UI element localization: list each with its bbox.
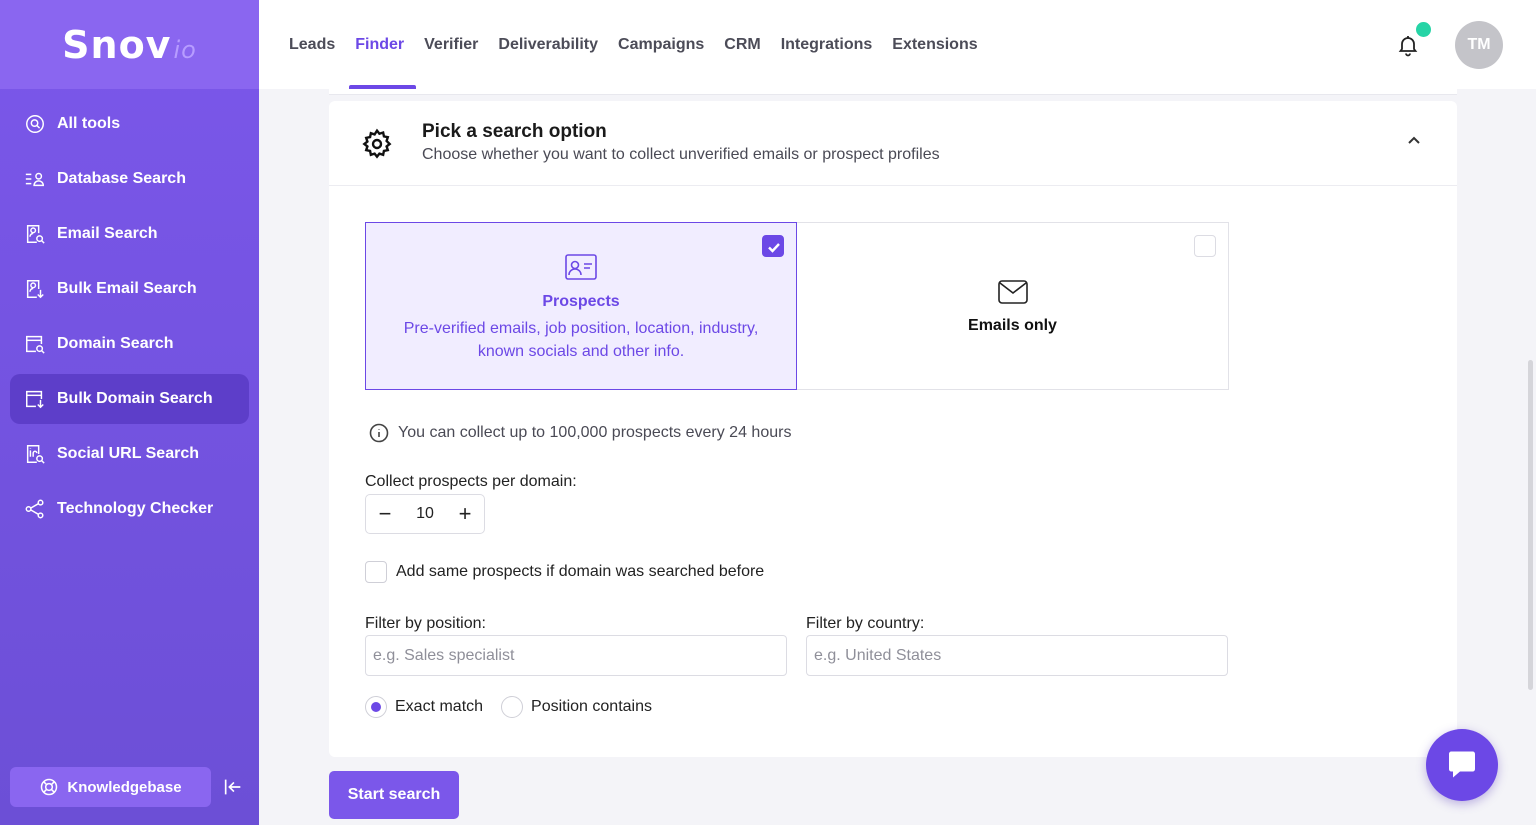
- sidebar-item-bulk-domain-search[interactable]: Bulk Domain Search: [10, 374, 249, 424]
- prospects-option[interactable]: Prospects Pre-verified emails, job posit…: [365, 222, 797, 390]
- section-title: Pick a search option: [422, 121, 607, 142]
- country-filter-label: Filter by country:: [806, 615, 925, 632]
- position-contains-radio[interactable]: [501, 696, 524, 718]
- check-icon: [768, 243, 780, 253]
- nav-integrations[interactable]: Integrations: [781, 0, 873, 89]
- bulk-email-icon: [24, 278, 46, 300]
- emails-only-checkbox[interactable]: [1194, 235, 1216, 257]
- per-domain-label: Collect prospects per domain:: [365, 473, 577, 490]
- sidebar-item-label: Domain Search: [57, 335, 174, 352]
- database-list-icon: [24, 168, 46, 190]
- info-icon: [369, 423, 389, 443]
- same-prospects-label: Add same prospects if domain was searche…: [396, 563, 765, 580]
- start-search-button[interactable]: Start search: [329, 771, 459, 819]
- radio-dot: [371, 702, 381, 712]
- knowledgebase-button[interactable]: Knowledgebase: [10, 767, 211, 807]
- position-contains-label: Position contains: [531, 698, 652, 715]
- quantity-stepper: − 10 +: [365, 494, 485, 534]
- exact-match-label: Exact match: [395, 698, 484, 715]
- bell-icon[interactable]: [1396, 33, 1420, 57]
- emails-only-title: Emails only: [968, 317, 1057, 334]
- sidebar-item-bulk-email-search[interactable]: Bulk Email Search: [10, 264, 249, 314]
- sidebar-item-label: All tools: [57, 115, 121, 132]
- sidebar-item-label: Social URL Search: [57, 445, 199, 462]
- snovio-logo[interactable]: Snovio: [62, 23, 197, 67]
- search-circle-icon: [24, 113, 46, 135]
- sidebar-item-label: Bulk Domain Search: [57, 390, 213, 407]
- envelope-icon: [997, 279, 1029, 305]
- search-option-card: Pick a search option Choose whether you …: [329, 101, 1457, 757]
- country-filter-input[interactable]: [806, 635, 1228, 676]
- sidebar-nav: All tools Database Search Email Search B…: [0, 89, 259, 534]
- gear-icon: [361, 128, 393, 160]
- notification-dot: [1416, 22, 1431, 37]
- sidebar-item-label: Database Search: [57, 170, 186, 187]
- sidebar-item-label: Technology Checker: [57, 500, 214, 517]
- section-subtitle: Choose whether you want to collect unver…: [422, 146, 940, 163]
- sidebar-item-label: Email Search: [57, 225, 158, 242]
- chevron-up-icon[interactable]: [1406, 133, 1422, 149]
- prospects-description: Pre-verified emails, job position, locat…: [403, 320, 759, 360]
- sidebar-item-social-url-search[interactable]: Social URL Search: [10, 429, 249, 479]
- collapse-sidebar-icon[interactable]: [222, 776, 244, 798]
- position-filter-label: Filter by position:: [365, 615, 486, 632]
- prospects-title: Prospects: [542, 293, 620, 310]
- sidebar-item-email-search[interactable]: Email Search: [10, 209, 249, 259]
- position-filter-input[interactable]: [365, 635, 787, 676]
- logo-area: Snovio: [0, 0, 259, 89]
- sidebar-item-database-search[interactable]: Database Search: [10, 154, 249, 204]
- profile-card-icon: [564, 253, 598, 281]
- sidebar: Snovio All tools Database Search Email S…: [0, 0, 259, 825]
- chat-widget-button[interactable]: [1426, 729, 1498, 801]
- avatar[interactable]: TM: [1455, 21, 1503, 69]
- nav-crm[interactable]: CRM: [724, 0, 760, 89]
- sidebar-item-all-tools[interactable]: All tools: [10, 99, 249, 149]
- sidebar-item-label: Bulk Email Search: [57, 280, 197, 297]
- nav-extensions[interactable]: Extensions: [892, 0, 977, 89]
- logo-suffix: io: [173, 35, 197, 64]
- prospects-checkbox[interactable]: [762, 235, 784, 257]
- same-prospects-row: Add same prospects if domain was searche…: [365, 561, 764, 583]
- info-text: You can collect up to 100,000 prospects …: [398, 424, 792, 441]
- same-prospects-checkbox[interactable]: [365, 561, 387, 583]
- decrement-button[interactable]: −: [366, 495, 404, 533]
- domain-search-icon: [24, 333, 46, 355]
- scrollbar[interactable]: [1528, 360, 1533, 690]
- social-url-icon: [24, 443, 46, 465]
- logo-text: Snov: [62, 22, 172, 67]
- knowledgebase-label: Knowledgebase: [67, 778, 182, 796]
- nav-leads[interactable]: Leads: [289, 0, 335, 89]
- position-contains-option[interactable]: Position contains: [501, 696, 652, 718]
- top-navigation-bar: Leads Finder Verifier Deliverability Cam…: [259, 0, 1536, 89]
- bulk-domain-icon: [24, 388, 46, 410]
- email-search-icon: [24, 223, 46, 245]
- info-message: You can collect up to 100,000 prospects …: [369, 423, 791, 443]
- match-options: Exact match Position contains: [365, 696, 652, 718]
- previous-card-edge: [329, 89, 1457, 95]
- quantity-value[interactable]: 10: [404, 505, 446, 523]
- nav-finder[interactable]: Finder: [349, 0, 417, 89]
- nav-deliverability[interactable]: Deliverability: [498, 0, 598, 89]
- sidebar-item-domain-search[interactable]: Domain Search: [10, 319, 249, 369]
- sidebar-item-technology-checker[interactable]: Technology Checker: [10, 484, 249, 534]
- lifebuoy-icon: [41, 778, 58, 796]
- emails-only-option[interactable]: Emails only: [797, 222, 1229, 390]
- exact-match-radio[interactable]: [365, 696, 387, 718]
- chat-bubble-icon: [1449, 751, 1475, 778]
- share-nodes-icon: [24, 498, 46, 520]
- nav-verifier[interactable]: Verifier: [424, 0, 478, 89]
- increment-button[interactable]: +: [446, 495, 484, 533]
- main-nav: Leads Finder Verifier Deliverability Cam…: [289, 0, 998, 89]
- nav-campaigns[interactable]: Campaigns: [618, 0, 704, 89]
- card-header[interactable]: Pick a search option Choose whether you …: [329, 101, 1457, 186]
